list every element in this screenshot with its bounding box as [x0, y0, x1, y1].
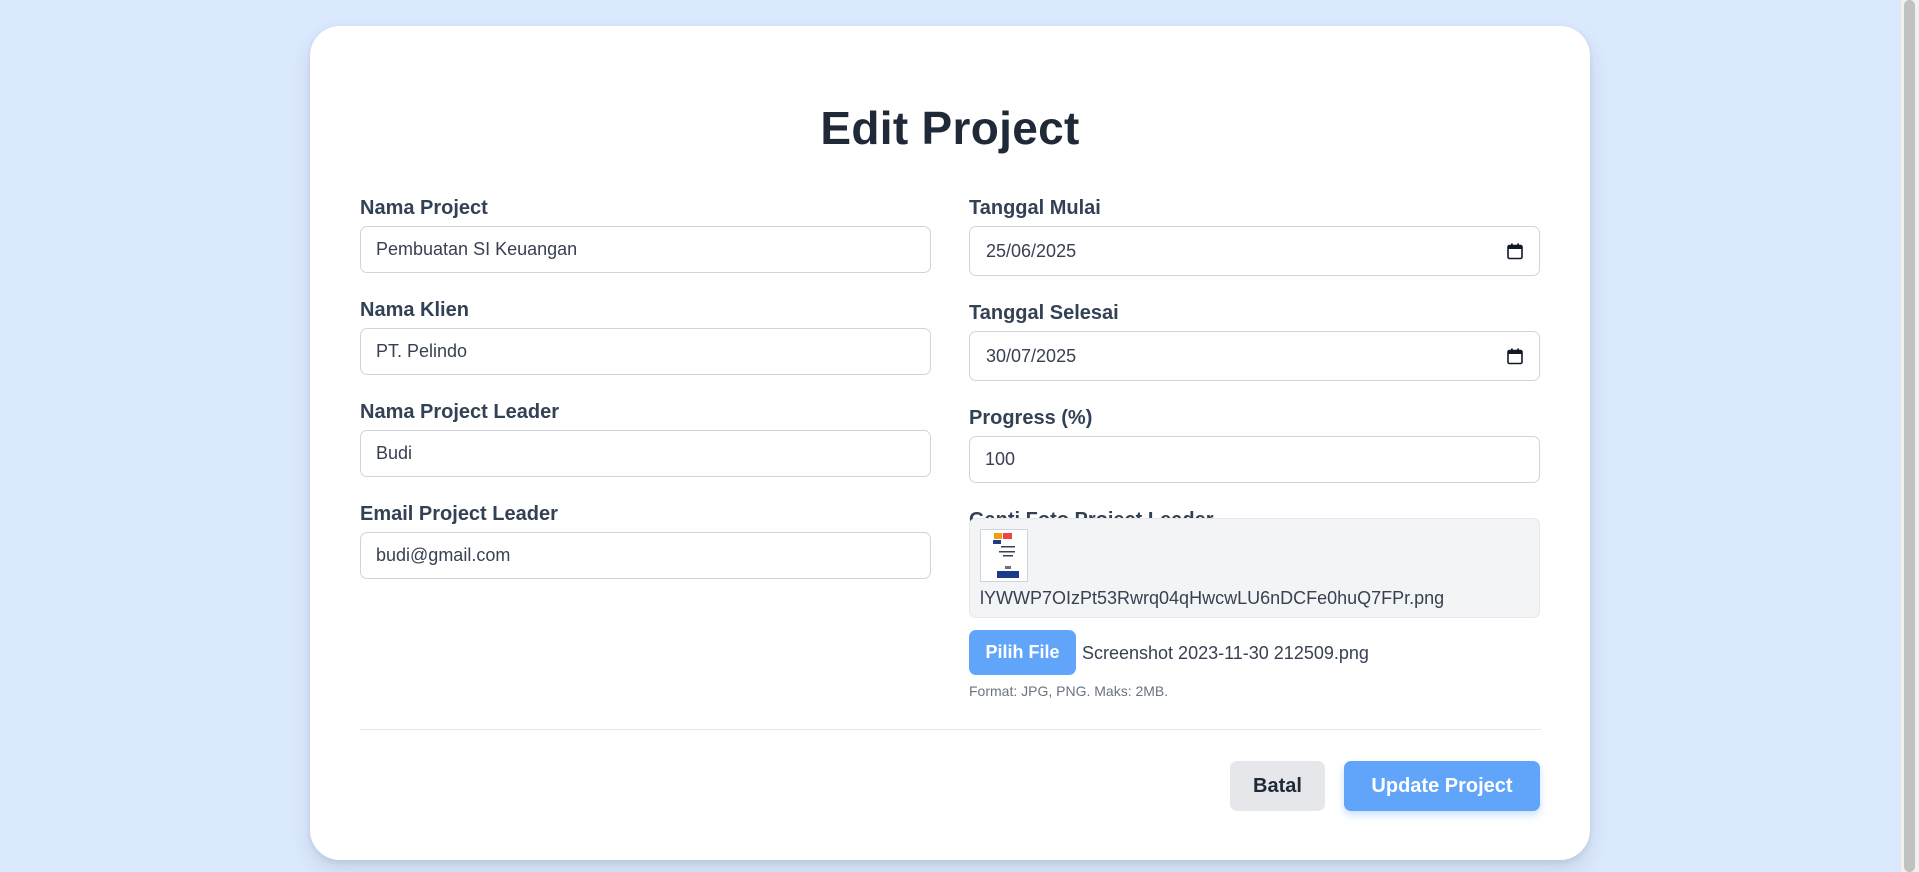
file-format-hint: Format: JPG, PNG. Maks: 2MB. [969, 683, 1169, 699]
cancel-button[interactable]: Batal [1230, 761, 1325, 811]
form-divider [360, 729, 1541, 730]
page-title: Edit Project [820, 102, 1080, 154]
start-date-label: Tanggal Mulai [969, 197, 1101, 219]
page-scrollbar[interactable] [1900, 0, 1919, 872]
project-leader-email-label: Email Project Leader [360, 503, 558, 525]
project-leader-email-input[interactable] [360, 532, 931, 579]
calendar-icon[interactable] [1507, 348, 1523, 365]
progress-input[interactable] [969, 436, 1540, 483]
project-leader-name-label: Nama Project Leader [360, 401, 559, 423]
update-project-button[interactable]: Update Project [1344, 761, 1540, 811]
calendar-icon[interactable] [1507, 243, 1523, 260]
end-date-input[interactable]: 30/07/2025 [969, 331, 1540, 381]
project-name-label: Nama Project [360, 197, 488, 219]
scrollbar-thumb[interactable] [1904, 0, 1915, 872]
start-date-value: 25/06/2025 [986, 240, 1077, 261]
project-leader-name-input[interactable] [360, 430, 931, 477]
edit-project-card: Edit Project Nama Project Nama Klien Nam… [310, 26, 1590, 860]
photo-thumbnail [980, 529, 1028, 582]
progress-label: Progress (%) [969, 407, 1093, 429]
client-name-label: Nama Klien [360, 299, 469, 321]
end-date-label: Tanggal Selesai [969, 302, 1119, 324]
current-photo-filename: lYWWP7OIzPt53Rwrq04qHwcwLU6nDCFe0huQ7FPr… [980, 588, 1445, 608]
current-photo-preview: lYWWP7OIzPt53Rwrq04qHwcwLU6nDCFe0huQ7FPr… [969, 518, 1540, 618]
selected-file-name: Screenshot 2023-11-30 212509.png [1082, 643, 1369, 663]
choose-file-button[interactable]: Pilih File [969, 630, 1076, 675]
end-date-value: 30/07/2025 [986, 345, 1077, 366]
project-name-input[interactable] [360, 226, 931, 273]
start-date-input[interactable]: 25/06/2025 [969, 226, 1540, 276]
client-name-input[interactable] [360, 328, 931, 375]
